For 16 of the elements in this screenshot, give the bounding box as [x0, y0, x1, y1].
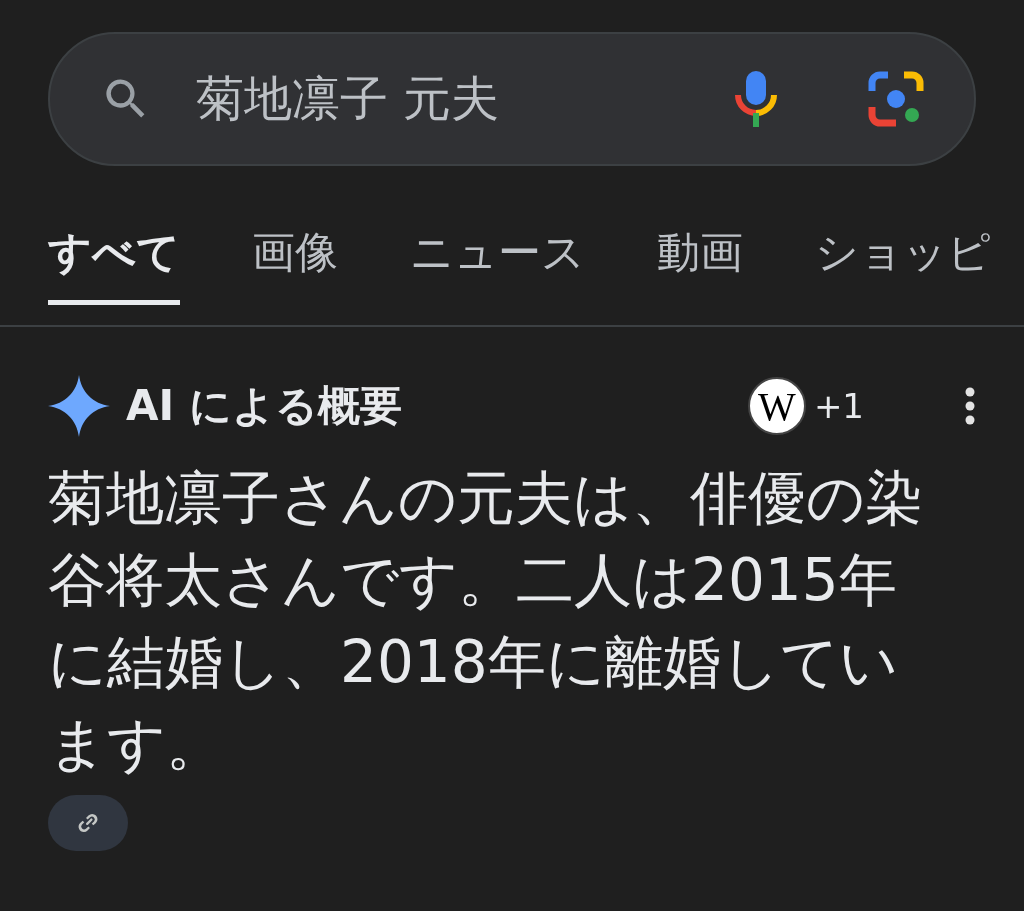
link-button[interactable]: [48, 795, 128, 851]
source-logo[interactable]: W: [747, 377, 806, 435]
source-count: +1: [813, 386, 864, 426]
tab[interactable]: 動画: [657, 224, 743, 305]
section-title: AI による概要: [126, 380, 402, 432]
tab[interactable]: 画像: [252, 224, 338, 305]
overview-text: 菊地凛子さんの元夫は、俳優の染谷将太さんです。二人は2015年に結婚し、2018年に離婚しています。: [48, 463, 924, 780]
more-options-icon[interactable]: [964, 386, 976, 426]
tab[interactable]: ショッピ: [815, 224, 991, 305]
tab[interactable]: ニュース: [410, 224, 585, 305]
search-input[interactable]: 菊地凛子 元夫: [196, 71, 734, 127]
tab[interactable]: すべて: [48, 224, 180, 305]
sparkle-icon: [48, 375, 110, 437]
camera-lens-icon[interactable]: [868, 71, 924, 127]
microphone-icon[interactable]: [734, 69, 778, 129]
search-field[interactable]: 菊地凛子 元夫: [48, 32, 976, 166]
